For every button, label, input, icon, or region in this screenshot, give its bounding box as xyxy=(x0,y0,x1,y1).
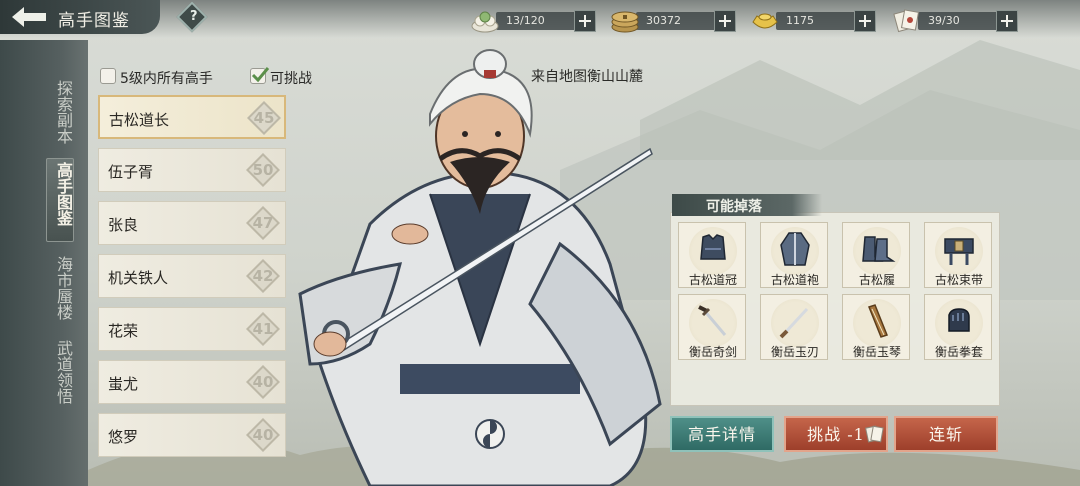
drop-item[interactable]: 古松道袍 xyxy=(760,222,828,288)
ticket-cards-icon xyxy=(865,425,884,443)
list-item[interactable]: 张良 47 xyxy=(98,201,286,245)
drops-title: 可能掉落 xyxy=(706,199,762,215)
drop-item-name: 古松道袍 xyxy=(770,273,819,287)
add-tickets-button[interactable] xyxy=(996,10,1018,32)
master-name: 伍子胥 xyxy=(108,163,154,181)
challengeable-checkbox[interactable] xyxy=(250,67,270,84)
master-portrait xyxy=(298,49,662,486)
drop-item[interactable]: 衡岳奇剑 xyxy=(678,294,746,360)
drop-item-name: 衡岳奇剑 xyxy=(688,345,737,359)
master-name: 机关铁人 xyxy=(108,269,169,287)
qin-instrument-icon xyxy=(868,304,888,338)
checkmark-icon xyxy=(251,67,270,83)
drop-item[interactable]: 衡岳拳套 xyxy=(924,294,992,360)
resource-coins: 30372 xyxy=(610,10,740,33)
drop-item[interactable]: 古松道冠 xyxy=(678,222,746,288)
master-details-button[interactable]: 高手详情 xyxy=(670,416,774,452)
side-nav xyxy=(0,40,88,486)
drop-item-name: 古松束带 xyxy=(934,273,983,287)
dumpling-icon xyxy=(471,11,499,33)
belt-icon xyxy=(944,238,974,265)
nav-item-masters[interactable]: 高手图鉴 xyxy=(50,162,74,226)
page-title: 高手图鉴 xyxy=(58,11,130,31)
master-name: 悠罗 xyxy=(108,428,139,446)
drop-item-name: 衡岳拳套 xyxy=(934,345,983,359)
add-stamina-button[interactable] xyxy=(574,10,596,32)
list-item[interactable]: 伍子胥 50 xyxy=(98,148,286,192)
drop-item[interactable]: 古松束带 xyxy=(924,222,992,288)
nav-item-martial[interactable]: 武道领悟 xyxy=(50,340,74,404)
ticket-cards-icon xyxy=(893,9,920,33)
sword-icon xyxy=(698,305,727,336)
gold-ingot-icon xyxy=(752,13,778,29)
resource-gold: 1175 xyxy=(750,10,880,32)
master-name: 张良 xyxy=(108,216,139,234)
list-item[interactable]: 机关铁人 42 xyxy=(98,254,286,298)
drop-item-name: 古松道冠 xyxy=(688,273,737,287)
list-item[interactable]: 蚩尤 40 xyxy=(98,360,286,404)
source-location: 来自地图衡山山麓 xyxy=(531,69,643,85)
list-item[interactable]: 花荣 41 xyxy=(98,307,286,351)
drop-item-name: 衡岳玉刃 xyxy=(770,345,819,359)
back-button[interactable] xyxy=(8,4,50,30)
resource-value: 39/30 xyxy=(928,14,960,27)
master-list: 古松道长 45 伍子胥 50 张良 47 机关铁人 42 花荣 41 蚩尤 40… xyxy=(98,95,288,486)
nav-item-explore[interactable]: 探索副本 xyxy=(50,80,74,144)
sweep-button[interactable]: 连斩 xyxy=(894,416,998,452)
add-gold-button[interactable] xyxy=(854,10,876,32)
resource-stamina: 13/120 xyxy=(470,10,600,33)
coins-icon xyxy=(611,11,639,33)
boots-icon xyxy=(862,236,896,262)
blade-icon xyxy=(779,307,809,339)
list-item[interactable]: 悠罗 40 xyxy=(98,413,286,457)
challenge-button[interactable]: 挑战 -1 xyxy=(784,416,888,452)
back-arrow-icon xyxy=(12,7,46,27)
resource-value: 1175 xyxy=(786,14,814,27)
challenge-label: 挑战 -1 xyxy=(807,425,865,444)
robe-icon xyxy=(780,232,810,266)
master-name: 花荣 xyxy=(108,322,139,340)
filter-within-level[interactable]: 5级内所有高手 xyxy=(100,66,225,88)
master-name: 古松道长 xyxy=(109,111,170,129)
drop-item[interactable]: 古松履 xyxy=(842,222,910,288)
add-coins-button[interactable] xyxy=(714,10,736,32)
resource-tickets: 39/30 xyxy=(892,9,1022,33)
gauntlet-icon xyxy=(948,308,970,332)
drop-item[interactable]: 衡岳玉琴 xyxy=(842,294,910,360)
list-item[interactable]: 古松道长 45 xyxy=(98,95,286,139)
resource-value: 13/120 xyxy=(506,14,545,27)
drop-item[interactable]: 衡岳玉刃 xyxy=(760,294,828,360)
drop-item-name: 古松履 xyxy=(858,273,895,287)
vest-armor-icon xyxy=(700,234,726,260)
drop-item-name: 衡岳玉琴 xyxy=(852,345,901,359)
master-name: 蚩尤 xyxy=(108,375,139,393)
resource-value: 30372 xyxy=(646,14,681,27)
within-level-checkbox[interactable] xyxy=(100,68,116,84)
help-icon: ? xyxy=(189,9,198,25)
nav-item-mirage[interactable]: 海市蜃楼 xyxy=(50,256,74,320)
within-level-label: 5级内所有高手 xyxy=(120,71,213,87)
